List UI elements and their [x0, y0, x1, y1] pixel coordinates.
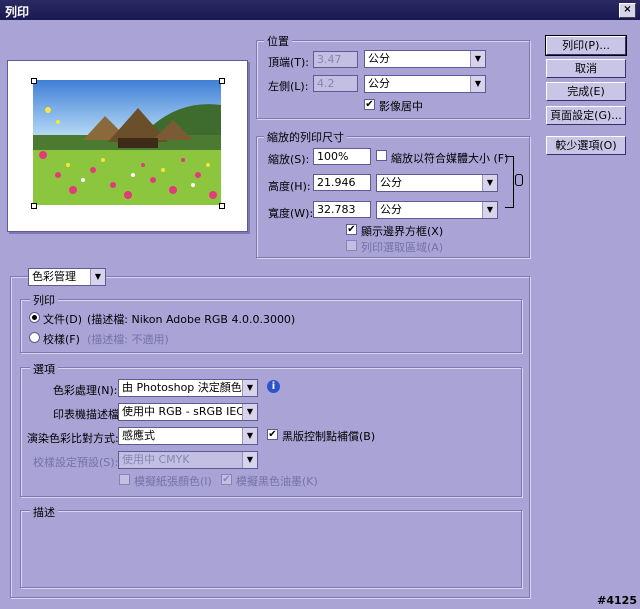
- top-label: 頂端(T):: [268, 56, 310, 69]
- center-image-label: 影像居中: [379, 100, 423, 113]
- document-profile-desc: (描述檔: Nikon Adobe RGB 4.0.0.3000): [87, 313, 296, 326]
- chevron-down-icon: ▼: [90, 269, 105, 285]
- position-group-title: 位置: [264, 33, 292, 49]
- print-selection-label: 列印選取區域(A): [361, 241, 444, 254]
- simulate-paper-checkbox[interactable]: [119, 474, 130, 485]
- print-selection-checkbox[interactable]: [346, 240, 357, 251]
- page-setup-button[interactable]: 頁面設定(G)...: [546, 106, 626, 125]
- options-title: 選項: [30, 361, 58, 377]
- black-point-label: 黑版控制點補償(B): [282, 430, 376, 443]
- proof-setup-select[interactable]: 使用中 CMYK ▼: [118, 451, 258, 469]
- fewer-options-button[interactable]: 較少選項(O): [546, 136, 626, 155]
- chevron-down-icon: ▼: [470, 76, 485, 92]
- height-unit-value: 公分: [380, 176, 402, 189]
- info-icon[interactable]: i: [267, 380, 280, 393]
- color-handling-value: 由 Photoshop 決定顏色: [122, 381, 242, 394]
- show-bbox-label: 顯示邊界方框(X): [361, 225, 444, 238]
- description-group: [20, 510, 522, 588]
- width-unit-value: 公分: [380, 203, 402, 216]
- proof-setup-value: 使用中 CMYK: [122, 453, 190, 466]
- color-handling-select[interactable]: 由 Photoshop 決定顏色 ▼: [118, 379, 258, 397]
- watermark-text: #4125: [597, 594, 637, 607]
- chevron-down-icon: ▼: [242, 380, 257, 396]
- color-management-select[interactable]: 色彩管理 ▼: [28, 268, 106, 286]
- fit-media-checkbox[interactable]: [376, 150, 387, 161]
- print-source-title: 列印: [30, 292, 58, 308]
- rendering-intent-select[interactable]: 感應式 ▼: [118, 427, 258, 445]
- show-bbox-checkbox[interactable]: ✔: [346, 224, 357, 235]
- chevron-down-icon: ▼: [242, 428, 257, 444]
- printer-profile-select[interactable]: 使用中 RGB - sRGB IEC6... ▼: [118, 403, 258, 421]
- width-label: 寬度(W):: [268, 207, 314, 220]
- resize-handle-bottom-left[interactable]: [31, 203, 37, 209]
- simulate-black-label: 模擬黑色油墨(K): [236, 475, 318, 488]
- resize-handle-bottom-right[interactable]: [219, 203, 225, 209]
- done-button[interactable]: 完成(E): [546, 82, 626, 101]
- proof-profile-desc: (描述檔: 不適用): [87, 333, 169, 346]
- left-input[interactable]: 4.2: [313, 75, 358, 92]
- print-button[interactable]: 列印(P)...: [545, 35, 627, 56]
- left-unit-select[interactable]: 公分 ▼: [364, 75, 486, 93]
- window-title: 列印: [5, 5, 30, 19]
- resize-handle-top-left[interactable]: [31, 78, 37, 84]
- rendering-intent-label: 演染色彩比對方式:: [27, 432, 119, 445]
- height-input[interactable]: 21.946: [313, 174, 371, 191]
- cancel-button[interactable]: 取消: [546, 59, 626, 78]
- preview-image[interactable]: [33, 80, 221, 205]
- left-label: 左側(L):: [268, 80, 309, 93]
- chevron-down-icon: ▼: [470, 51, 485, 67]
- center-image-checkbox[interactable]: ✔: [364, 99, 375, 110]
- chevron-down-icon: ▼: [242, 452, 257, 468]
- scale-label: 縮放(S):: [268, 153, 310, 166]
- width-unit-select[interactable]: 公分 ▼: [376, 201, 498, 219]
- simulate-paper-label: 模擬紙張顏色(I): [134, 475, 212, 488]
- proof-setup-label: 校樣設定預設(S):: [33, 456, 119, 469]
- chevron-down-icon: ▼: [482, 202, 497, 218]
- printer-profile-value: 使用中 RGB - sRGB IEC6...: [122, 405, 258, 418]
- resize-handle-top-right[interactable]: [219, 78, 225, 84]
- top-input[interactable]: 3.47: [313, 51, 358, 68]
- link-icon: [515, 174, 523, 186]
- chevron-down-icon: ▼: [242, 404, 257, 420]
- title-bar: 列印 ×: [0, 0, 640, 20]
- color-management-value: 色彩管理: [32, 270, 76, 283]
- top-unit-select[interactable]: 公分 ▼: [364, 50, 486, 68]
- proof-radio[interactable]: [29, 332, 40, 343]
- scale-input[interactable]: 100%: [313, 148, 371, 165]
- height-unit-select[interactable]: 公分 ▼: [376, 174, 498, 192]
- close-button[interactable]: ×: [619, 3, 636, 18]
- width-input[interactable]: 32.783: [313, 201, 371, 218]
- proof-label: 校樣(F): [43, 333, 80, 346]
- top-unit-value: 公分: [368, 52, 390, 65]
- document-radio[interactable]: [29, 312, 40, 323]
- black-point-checkbox[interactable]: ✔: [267, 429, 278, 440]
- scaled-size-group-title: 縮放的列印尺寸: [264, 129, 347, 145]
- chevron-down-icon: ▼: [482, 175, 497, 191]
- rendering-intent-value: 感應式: [122, 429, 155, 442]
- fit-media-label: 縮放以符合媒體大小 (F): [391, 152, 509, 165]
- document-label: 文件(D): [43, 313, 83, 326]
- printer-profile-label: 印表機描述檔:: [53, 408, 123, 421]
- color-handling-label: 色彩處理(N):: [53, 384, 118, 397]
- left-unit-value: 公分: [368, 77, 390, 90]
- simulate-black-checkbox[interactable]: ✔: [221, 474, 232, 485]
- link-bracket: [505, 156, 514, 208]
- description-title: 描述: [30, 504, 58, 520]
- height-label: 高度(H):: [268, 180, 311, 193]
